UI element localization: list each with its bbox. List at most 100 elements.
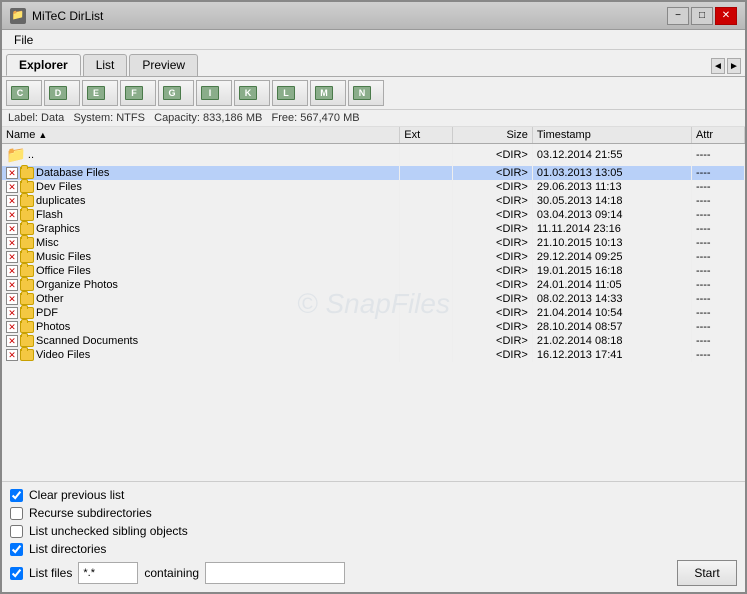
tab-explorer[interactable]: Explorer — [6, 54, 81, 76]
drive-d-button[interactable]: D — [44, 80, 80, 106]
drive-e-icon: E — [87, 86, 105, 100]
tab-nav: ◄ ► — [711, 58, 741, 76]
folder-icon — [20, 237, 34, 249]
list-dirs-label[interactable]: List directories — [29, 542, 106, 556]
tab-list[interactable]: List — [83, 54, 128, 76]
size-cell: <DIR> — [453, 348, 533, 362]
drive-g-button[interactable]: G — [158, 80, 194, 106]
list-dirs-checkbox[interactable] — [10, 543, 23, 556]
menu-bar: File — [2, 30, 745, 50]
start-button[interactable]: Start — [677, 560, 737, 586]
containing-input[interactable] — [205, 562, 345, 584]
table-row[interactable]: ✕PDF<DIR>21.04.2014 10:54---- — [2, 306, 745, 320]
bottom-last-row: List files containing Start — [10, 560, 737, 586]
drive-m-button[interactable]: M — [310, 80, 346, 106]
file-name: Misc — [36, 237, 59, 249]
drive-l-button[interactable]: L — [272, 80, 308, 106]
file-name: Database Files — [36, 167, 109, 179]
clear-previous-label[interactable]: Clear previous list — [29, 488, 124, 502]
row-checkbox[interactable]: ✕ — [6, 209, 18, 221]
table-row[interactable]: ✕Organize Photos<DIR>24.01.2014 11:05---… — [2, 278, 745, 292]
folder-icon — [20, 293, 34, 305]
ext-cell — [400, 194, 453, 208]
drive-c-button[interactable]: C — [6, 80, 42, 106]
ext-cell — [400, 278, 453, 292]
attr-cell: ---- — [691, 264, 744, 278]
table-row[interactable]: ✕Office Files<DIR>19.01.2015 16:18---- — [2, 264, 745, 278]
row-checkbox[interactable]: ✕ — [6, 223, 18, 235]
row-checkbox[interactable]: ✕ — [6, 265, 18, 277]
attr-cell: ---- — [691, 334, 744, 348]
attr-cell: ---- — [691, 348, 744, 362]
timestamp-cell: 21.04.2014 10:54 — [532, 306, 691, 320]
drive-l-icon: L — [277, 86, 295, 100]
timestamp-cell: 11.11.2014 23:16 — [532, 222, 691, 236]
drive-k-button[interactable]: K — [234, 80, 270, 106]
attr-cell: ---- — [691, 306, 744, 320]
list-unchecked-checkbox[interactable] — [10, 525, 23, 538]
tab-prev-button[interactable]: ◄ — [711, 58, 725, 74]
row-checkbox[interactable]: ✕ — [6, 307, 18, 319]
drive-e-button[interactable]: E — [82, 80, 118, 106]
table-row[interactable]: ✕Graphics<DIR>11.11.2014 23:16---- — [2, 222, 745, 236]
size-cell: <DIR> — [453, 222, 533, 236]
timestamp-cell: 29.12.2014 09:25 — [532, 250, 691, 264]
recurse-checkbox[interactable] — [10, 507, 23, 520]
col-ext[interactable]: Ext — [400, 127, 453, 144]
table-row[interactable]: ✕Scanned Documents<DIR>21.02.2014 08:18-… — [2, 334, 745, 348]
table-row[interactable]: ✕Photos<DIR>28.10.2014 08:57---- — [2, 320, 745, 334]
ext-cell — [400, 334, 453, 348]
col-timestamp[interactable]: Timestamp — [532, 127, 691, 144]
row-checkbox[interactable]: ✕ — [6, 293, 18, 305]
drive-i-button[interactable]: I — [196, 80, 232, 106]
row-checkbox[interactable]: ✕ — [6, 195, 18, 207]
row-checkbox[interactable]: ✕ — [6, 279, 18, 291]
drive-f-button[interactable]: F — [120, 80, 156, 106]
list-files-checkbox[interactable] — [10, 567, 23, 580]
recurse-label[interactable]: Recurse subdirectories — [29, 506, 152, 520]
row-checkbox[interactable]: ✕ — [6, 349, 18, 361]
table-row[interactable]: ✕Music Files<DIR>29.12.2014 09:25---- — [2, 250, 745, 264]
col-size[interactable]: Size — [453, 127, 533, 144]
attr-cell: ---- — [691, 292, 744, 306]
row-checkbox[interactable]: ✕ — [6, 251, 18, 263]
folder-icon — [20, 265, 34, 277]
row-checkbox[interactable]: ✕ — [6, 181, 18, 193]
menu-file[interactable]: File — [6, 31, 41, 49]
drive-n-button[interactable]: N — [348, 80, 384, 106]
row-checkbox[interactable]: ✕ — [6, 237, 18, 249]
filter-input[interactable] — [78, 562, 138, 584]
clear-previous-checkbox[interactable] — [10, 489, 23, 502]
table-row[interactable]: 📁..<DIR>03.12.2014 21:55---- — [2, 144, 745, 167]
timestamp-cell: 08.02.2013 14:33 — [532, 292, 691, 306]
table-row[interactable]: ✕duplicates<DIR>30.05.2013 14:18---- — [2, 194, 745, 208]
table-row[interactable]: ✕Flash<DIR>03.04.2013 09:14---- — [2, 208, 745, 222]
table-row[interactable]: ✕Dev Files<DIR>29.06.2013 11:13---- — [2, 180, 745, 194]
title-buttons: − □ ✕ — [667, 7, 737, 25]
title-bar: 📁 MiTeC DirList − □ ✕ — [2, 2, 745, 30]
size-cell: <DIR> — [453, 166, 533, 180]
list-files-label[interactable]: List files — [29, 566, 72, 580]
tab-next-button[interactable]: ► — [727, 58, 741, 74]
bottom-panel: Clear previous list Recurse subdirectori… — [2, 481, 745, 592]
row-checkbox[interactable]: ✕ — [6, 321, 18, 333]
table-row[interactable]: ✕Database Files<DIR>01.03.2013 13:05---- — [2, 166, 745, 180]
name-cell: ✕PDF — [2, 306, 400, 320]
app-icon: 📁 — [10, 8, 26, 24]
maximize-button[interactable]: □ — [691, 7, 713, 25]
close-button[interactable]: ✕ — [715, 7, 737, 25]
name-cell: ✕Organize Photos — [2, 278, 400, 292]
tab-preview[interactable]: Preview — [129, 54, 198, 76]
list-unchecked-label[interactable]: List unchecked sibling objects — [29, 524, 188, 538]
row-checkbox[interactable]: ✕ — [6, 167, 18, 179]
row-checkbox[interactable]: ✕ — [6, 335, 18, 347]
col-name[interactable]: Name ▲ — [2, 127, 400, 144]
file-list[interactable]: Name ▲ Ext Size Timestamp Attr 📁..<DIR>0… — [2, 127, 745, 481]
table-row[interactable]: ✕Video Files<DIR>16.12.2013 17:41---- — [2, 348, 745, 362]
table-row[interactable]: ✕Misc<DIR>21.10.2015 10:13---- — [2, 236, 745, 250]
table-row[interactable]: ✕Other<DIR>08.02.2013 14:33---- — [2, 292, 745, 306]
minimize-button[interactable]: − — [667, 7, 689, 25]
timestamp-cell: 24.01.2014 11:05 — [532, 278, 691, 292]
recurse-row: Recurse subdirectories — [10, 506, 737, 520]
col-attr[interactable]: Attr — [691, 127, 744, 144]
